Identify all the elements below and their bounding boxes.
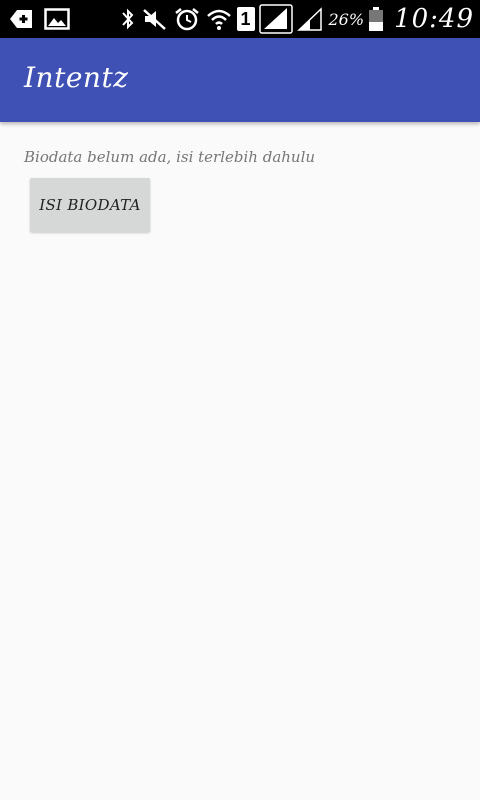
alarm-icon bbox=[173, 6, 201, 32]
empty-biodata-message: Biodata belum ada, isi terlebih dahulu bbox=[24, 148, 316, 166]
status-bar: 1 26% 10:49 bbox=[0, 0, 480, 38]
signal-2-icon bbox=[296, 6, 323, 32]
battery-icon bbox=[368, 6, 384, 32]
app-title: Intentz bbox=[24, 61, 129, 94]
add-icon bbox=[8, 8, 34, 30]
mute-icon bbox=[141, 7, 169, 31]
wifi-icon bbox=[205, 6, 233, 32]
signal-icon bbox=[258, 4, 293, 34]
clock: 10:49 bbox=[394, 4, 474, 34]
image-icon bbox=[44, 8, 70, 30]
bluetooth-icon bbox=[119, 7, 137, 31]
status-left-group bbox=[8, 5, 70, 33]
status-right-group: 1 26% 10:49 bbox=[119, 3, 475, 35]
fill-biodata-button[interactable]: ISI BIODATA bbox=[30, 178, 150, 232]
battery-percent: 26% bbox=[328, 9, 365, 29]
app-bar: Intentz bbox=[0, 38, 480, 122]
sim-icon: 1 bbox=[236, 7, 255, 31]
main-content: Biodata belum ada, isi terlebih dahulu I… bbox=[0, 122, 480, 800]
